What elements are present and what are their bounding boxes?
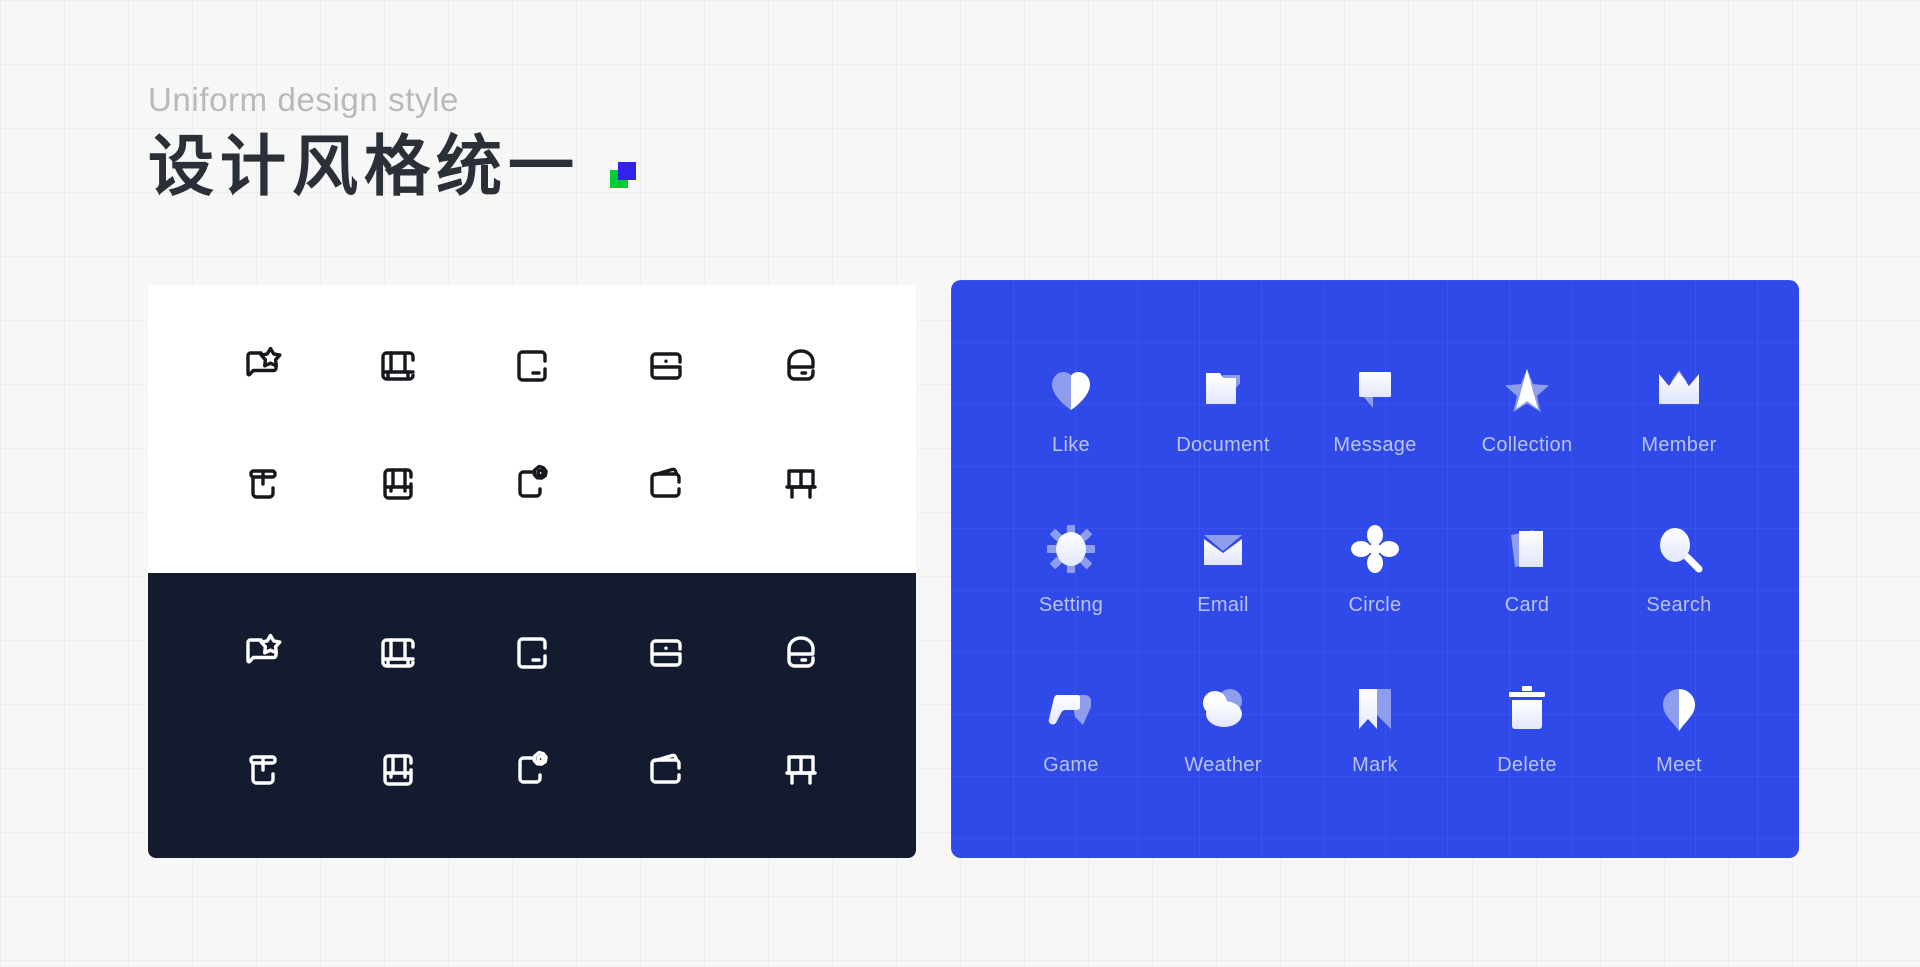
icon-cell-capsule-split-dark[interactable] (734, 595, 868, 712)
heart-icon (1039, 357, 1103, 421)
folder-icon (1191, 357, 1255, 421)
solid-icon-cell-email[interactable]: Email (1147, 486, 1299, 646)
page-header: Uniform design style 设计风格统一 (148, 81, 636, 204)
wallet-icon (650, 753, 682, 784)
crown-icon (1647, 357, 1711, 421)
solid-icon-label: Game (1043, 754, 1099, 776)
icon-cell-table-light[interactable] (734, 425, 868, 543)
icon-cell-drawer-light[interactable] (330, 425, 464, 543)
solid-icon-cell-collection[interactable]: Collection (1451, 326, 1603, 486)
solid-icon-cell-circle[interactable]: Circle (1299, 486, 1451, 646)
page-title-row: 设计风格统一 (148, 129, 636, 204)
light-icon-panel (148, 285, 916, 573)
card-split-icon (650, 639, 683, 667)
icon-cell-box-open-light[interactable] (196, 425, 330, 543)
solid-icon-cell-like[interactable]: Like (995, 326, 1147, 486)
box-open-icon (249, 755, 277, 785)
icon-cell-sofa-light[interactable] (330, 307, 464, 425)
icon-cell-wallet-light[interactable] (599, 425, 733, 543)
table-icon (785, 469, 817, 499)
solid-icon-cell-meet[interactable]: Meet (1603, 646, 1755, 806)
icon-cell-box-open-dark[interactable] (196, 712, 330, 829)
icon-cell-wallet-dark[interactable] (599, 712, 733, 829)
rounded-square-dash-icon (517, 637, 547, 669)
capsule-split-icon (787, 349, 815, 381)
solid-icon-cell-card[interactable]: Card (1451, 486, 1603, 646)
clover-icon (1343, 517, 1407, 581)
solid-icon-cell-search[interactable]: Search (1603, 486, 1755, 646)
solid-icon-cell-document[interactable]: Document (1147, 326, 1299, 486)
dark-icon-panel (148, 573, 916, 858)
solid-icon-label: Message (1333, 434, 1417, 456)
trash-icon (1495, 677, 1559, 741)
chat-star-icon (246, 634, 282, 664)
solid-icon-label: Delete (1497, 754, 1557, 776)
icon-cell-table-dark[interactable] (734, 712, 868, 829)
card-split-icon (650, 352, 683, 380)
icon-cell-rounded-square-dash-dark[interactable] (465, 595, 599, 712)
logo-mark-icon (610, 161, 636, 188)
solid-icon-cell-game[interactable]: Game (995, 646, 1147, 806)
icon-cell-square-gear-light[interactable] (465, 425, 599, 543)
card-stack-icon (1495, 517, 1559, 581)
solid-icon-label: Card (1504, 594, 1550, 616)
logo-square-blue (618, 161, 636, 180)
sofa-icon (380, 638, 415, 668)
capsule-split-icon (787, 636, 815, 668)
icon-cell-rounded-square-dash-light[interactable] (465, 307, 599, 425)
envelope-icon (1191, 517, 1255, 581)
star-icon (1495, 357, 1559, 421)
solid-icon-cell-delete[interactable]: Delete (1451, 646, 1603, 806)
icon-cell-capsule-split-light[interactable] (734, 307, 868, 425)
message-bubble-icon (1343, 357, 1407, 421)
location-pin-icon (1647, 677, 1711, 741)
square-gear-icon (518, 750, 548, 784)
icon-cell-chat-star-light[interactable] (196, 307, 330, 425)
square-gear-icon (518, 464, 548, 498)
cloud-icon (1191, 677, 1255, 741)
rounded-square-dash-icon (517, 350, 547, 382)
drawer-icon (382, 468, 413, 500)
solid-icon-label: Weather (1184, 754, 1262, 776)
wallet-icon (650, 467, 682, 498)
page-title: 设计风格统一 (148, 129, 580, 204)
bookmark-icon (1343, 677, 1407, 741)
solid-icon-label: Mark (1352, 754, 1398, 776)
icon-cell-card-split-dark[interactable] (599, 595, 733, 712)
sofa-icon (380, 351, 415, 381)
solid-icon-label: Circle (1348, 594, 1402, 616)
solid-icon-label: Email (1197, 594, 1249, 616)
solid-icon-label: Meet (1656, 754, 1702, 776)
solid-icon-label: Member (1641, 434, 1717, 456)
icon-cell-chat-star-dark[interactable] (196, 595, 330, 712)
page-eyebrow: Uniform design style (148, 81, 459, 118)
gamepad-icon (1039, 677, 1103, 741)
search-icon (1647, 517, 1711, 581)
solid-icon-cell-mark[interactable]: Mark (1299, 646, 1451, 806)
solid-icon-cell-setting[interactable]: Setting (995, 486, 1147, 646)
drawer-icon (382, 754, 413, 786)
solid-icon-cell-message[interactable]: Message (1299, 326, 1451, 486)
solid-icon-cell-member[interactable]: Member (1603, 326, 1755, 486)
box-open-icon (249, 469, 277, 499)
icon-cell-square-gear-dark[interactable] (465, 712, 599, 829)
solid-icon-label: Like (1052, 434, 1090, 456)
solid-icon-label: Search (1646, 594, 1712, 616)
light-icon-grid (148, 285, 916, 573)
solid-icon-cell-weather[interactable]: Weather (1147, 646, 1299, 806)
icon-cell-drawer-dark[interactable] (330, 712, 464, 829)
solid-icon-label: Setting (1038, 594, 1104, 616)
table-icon (785, 755, 817, 785)
solid-icon-label: Collection (1481, 434, 1573, 456)
dark-icon-grid (148, 573, 916, 858)
solid-icon-grid: Like Document Message Collection Member … (951, 280, 1799, 858)
solid-icon-label: Document (1176, 434, 1270, 456)
icon-cell-sofa-dark[interactable] (330, 595, 464, 712)
solid-icon-panel: Like Document Message Collection Member … (951, 280, 1799, 858)
chat-star-icon (246, 346, 282, 377)
icon-cell-card-split-light[interactable] (599, 307, 733, 425)
gear-icon (1039, 517, 1103, 581)
